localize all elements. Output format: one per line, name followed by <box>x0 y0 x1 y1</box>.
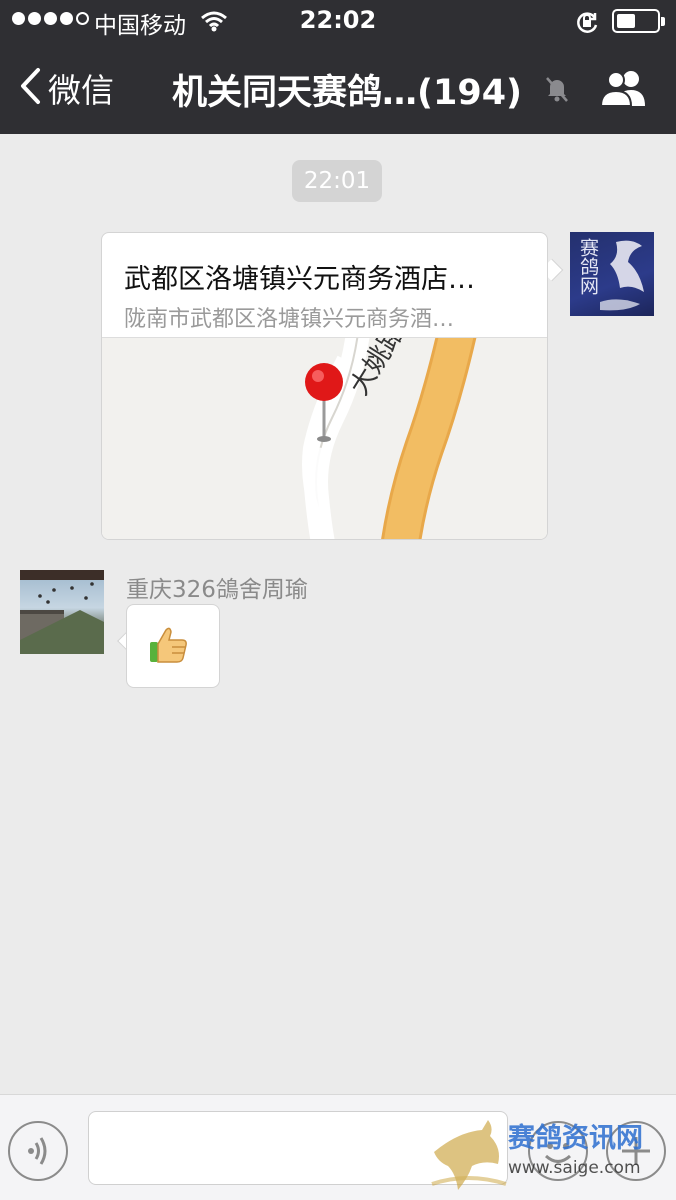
location-message[interactable]: 武都区洛塘镇兴元商务酒店… 陇南市武都区洛塘镇兴元商务酒… 大姚路 <box>101 232 548 540</box>
watermark-url: www.saige.com <box>508 1158 641 1178</box>
group-members-icon <box>599 71 645 107</box>
location-name: 武都区洛塘镇兴元商务酒店… <box>124 264 475 295</box>
group-members-button[interactable] <box>598 68 650 112</box>
status-bar: 中国移动 22:02 <box>0 0 676 42</box>
location-map-preview[interactable]: 大姚路 <box>102 319 547 539</box>
avatar-other[interactable] <box>20 570 104 654</box>
chevron-left-icon <box>18 66 42 110</box>
voice-icon <box>28 1137 47 1165</box>
thumbs-up-icon <box>148 624 190 670</box>
avatar-photo <box>20 570 104 654</box>
nav-bar: 微信 机关同天赛鸽…(194) <box>0 42 676 134</box>
location-address: 陇南市武都区洛塘镇兴元商务酒… <box>124 307 455 332</box>
map-graphic: 大姚路 <box>102 319 547 539</box>
watermark-logo <box>431 1120 507 1190</box>
rotation-lock-icon <box>574 9 600 39</box>
muted-bell-icon <box>542 74 572 108</box>
watermark: 赛鸽资讯网 www.saige.com <box>428 1112 668 1196</box>
chat-title: 机关同天赛鸽…(194) <box>172 73 523 113</box>
sender-name: 重庆326鴿舍周瑜 <box>126 577 308 603</box>
avatar-self[interactable]: 赛鸽网 <box>570 232 654 316</box>
message-timestamp: 22:01 <box>292 160 382 202</box>
top-bar: 中国移动 22:02 微信 机关同天赛鸽…(194) <box>0 0 676 134</box>
back-button[interactable]: 微信 <box>18 64 114 112</box>
back-label: 微信 <box>48 71 114 110</box>
avatar-self-text: 赛鸽网 <box>577 238 599 295</box>
watermark-title: 赛鸽资讯网 <box>508 1123 643 1154</box>
battery-icon <box>612 9 665 33</box>
voice-input-button[interactable] <box>8 1121 68 1181</box>
